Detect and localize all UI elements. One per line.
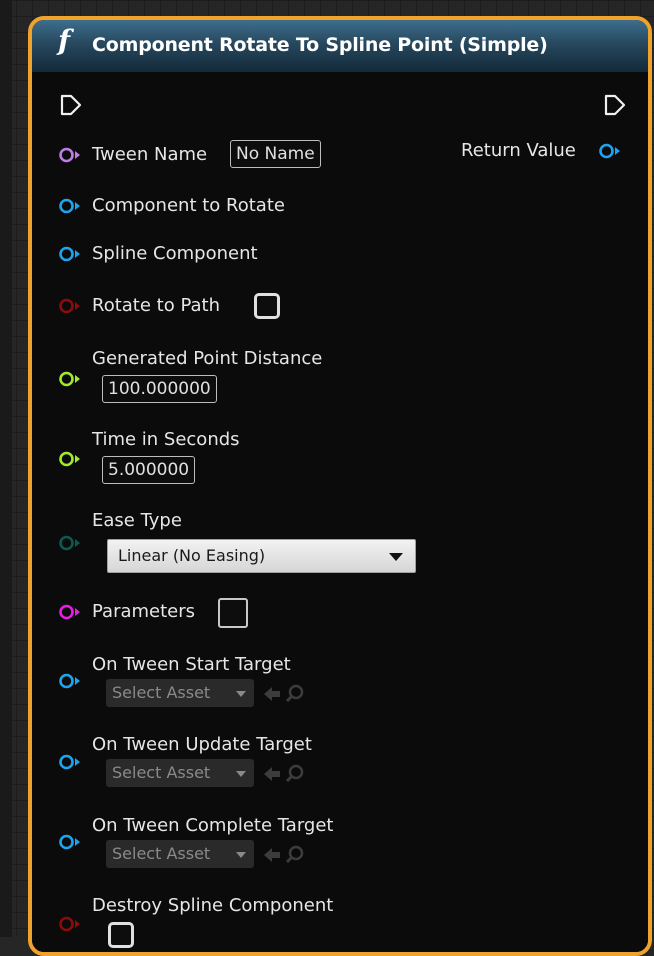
ease-type-dropdown[interactable]: Linear (No Easing) [107, 539, 416, 573]
search-icon [285, 845, 304, 864]
component-to-rotate-pin-icon[interactable] [58, 197, 84, 215]
generated-point-distance-pin-icon[interactable] [58, 370, 84, 388]
ease-type-label: Ease Type [92, 510, 182, 531]
rotate-to-path-checkbox[interactable] [254, 293, 280, 319]
component-to-rotate-label: Component to Rotate [92, 195, 285, 216]
chevron-down-icon [236, 852, 246, 858]
time-in-seconds-input[interactable]: 5.000000 [102, 456, 196, 484]
ease-type-selected-value: Linear (No Easing) [118, 546, 266, 565]
asset-picker-label: Select Asset [112, 683, 211, 702]
on-tween-complete-target-tools[interactable] [262, 844, 308, 866]
destroy-spline-component-label: Destroy Spline Component [92, 895, 334, 916]
on-tween-update-target-tools[interactable] [262, 763, 308, 785]
chevron-down-icon [236, 691, 246, 697]
search-icon [285, 764, 304, 783]
tween-name-input[interactable]: No Name [230, 140, 321, 168]
asset-picker-label: Select Asset [112, 763, 211, 782]
on-tween-complete-target-label: On Tween Complete Target [92, 815, 334, 836]
arrow-left-icon [264, 767, 280, 781]
function-node[interactable]: f Component Rotate To Spline Point (Simp… [28, 16, 652, 956]
on-tween-start-target-pin-icon[interactable] [58, 672, 84, 690]
parameters-pin-icon[interactable] [58, 603, 84, 621]
generated-point-distance-label: Generated Point Distance [92, 348, 323, 369]
ease-type-pin-icon[interactable] [58, 534, 84, 552]
node-title: Component Rotate To Spline Point (Simple… [92, 34, 548, 56]
spline-component-label: Spline Component [92, 243, 258, 264]
generated-point-distance-input[interactable]: 100.000000 [102, 375, 217, 403]
on-tween-update-target-label: On Tween Update Target [92, 734, 312, 755]
asset-picker-label: Select Asset [112, 844, 211, 863]
on-tween-start-target-asset-picker[interactable]: Select Asset [106, 679, 254, 707]
return-value-pin-icon[interactable] [598, 142, 624, 160]
on-tween-start-target-label: On Tween Start Target [92, 654, 291, 675]
on-tween-start-target-tools[interactable] [262, 683, 308, 705]
on-tween-complete-target-pin-icon[interactable] [58, 833, 84, 851]
chevron-down-icon [389, 553, 403, 561]
parameters-label: Parameters [92, 601, 196, 622]
rotate-to-path-label: Rotate to Path [92, 295, 220, 316]
tween-name-pin-icon[interactable] [58, 146, 84, 164]
chevron-down-icon [236, 771, 246, 777]
on-tween-update-target-asset-picker[interactable]: Select Asset [106, 759, 254, 787]
node-header[interactable]: f Component Rotate To Spline Point (Simp… [32, 20, 648, 73]
arrow-left-icon [264, 848, 280, 862]
return-value-label: Return Value [461, 140, 576, 161]
tween-name-label: Tween Name [92, 144, 208, 165]
search-icon [285, 684, 304, 703]
time-in-seconds-label: Time in Seconds [92, 429, 240, 450]
graph-background-strip [0, 0, 12, 937]
arrow-left-icon [264, 687, 280, 701]
parameters-checkbox[interactable] [218, 598, 248, 628]
function-icon: f [58, 24, 71, 57]
destroy-spline-component-checkbox[interactable] [108, 922, 134, 948]
exec-out-pin-icon[interactable] [604, 94, 626, 116]
on-tween-update-target-pin-icon[interactable] [58, 753, 84, 771]
on-tween-complete-target-asset-picker[interactable]: Select Asset [106, 840, 254, 868]
spline-component-pin-icon[interactable] [58, 245, 84, 263]
exec-in-pin-icon[interactable] [60, 94, 82, 116]
time-in-seconds-pin-icon[interactable] [58, 450, 84, 468]
rotate-to-path-pin-icon[interactable] [58, 297, 84, 315]
destroy-spline-component-pin-icon[interactable] [58, 915, 84, 933]
